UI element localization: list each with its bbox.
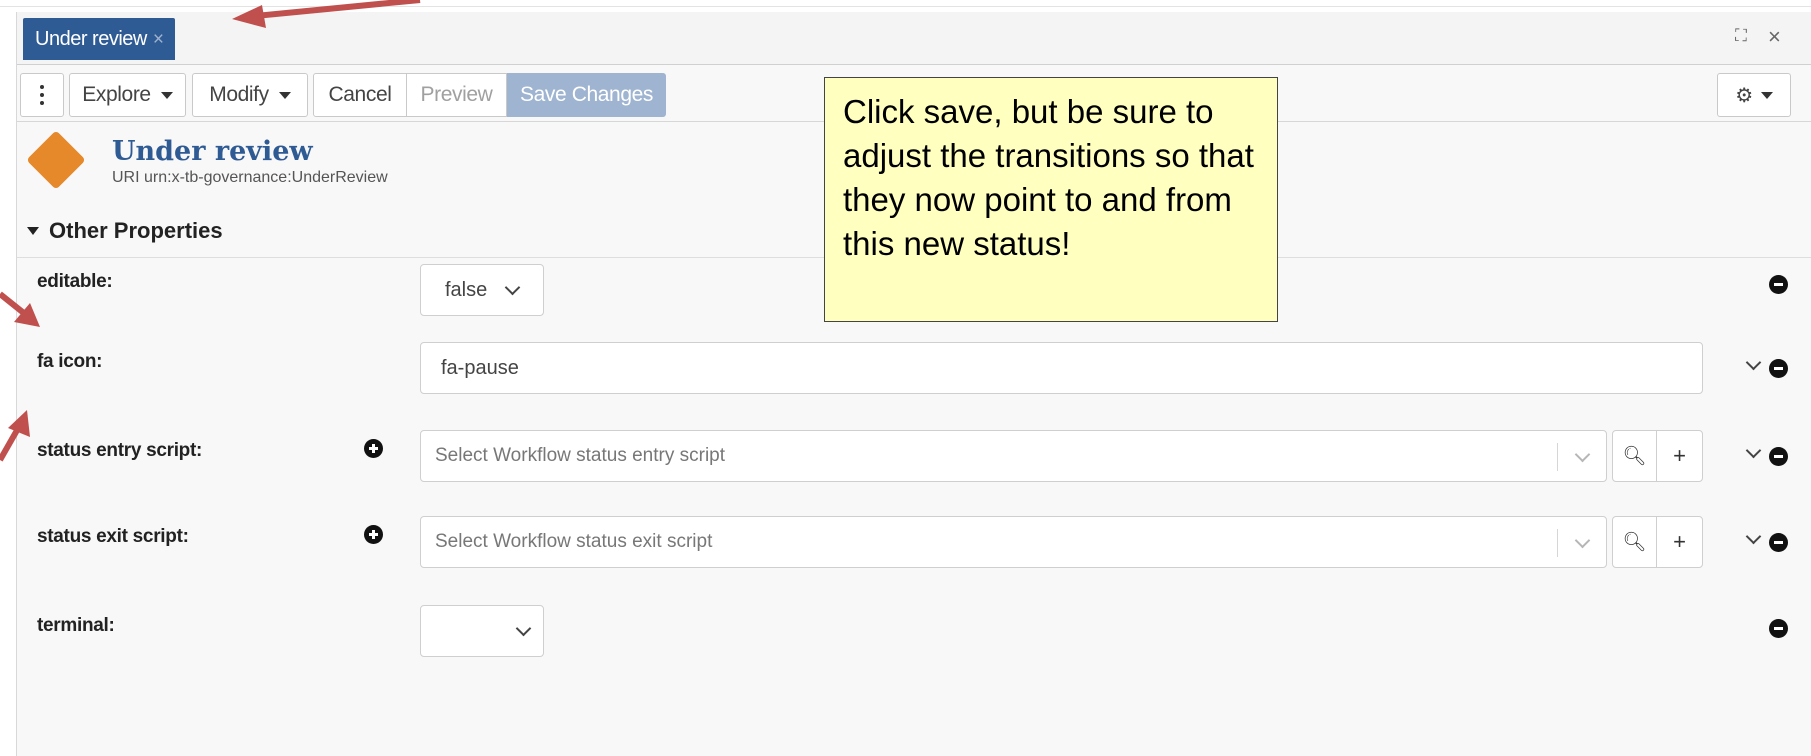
tab-under-review[interactable]: Under review ×: [23, 18, 176, 60]
explore-label: Explore: [82, 83, 151, 106]
expand-fa-icon-chevron-icon[interactable]: [1745, 354, 1762, 371]
cancel-label: Cancel: [328, 83, 392, 106]
fa-icon-value: fa-pause: [441, 356, 519, 379]
search-icon: 🔍︎: [1622, 446, 1647, 467]
remove-editable-icon[interactable]: [1769, 275, 1788, 294]
search-exit-script-button[interactable]: 🔍︎: [1612, 516, 1657, 568]
expand-exit-script-chevron-icon[interactable]: [1745, 528, 1762, 545]
chevron-down-icon: [515, 620, 532, 637]
preview-button[interactable]: Preview: [406, 73, 507, 117]
status-exit-script-select[interactable]: Select Workflow status exit script: [420, 516, 1607, 568]
gear-icon: ⚙: [1735, 84, 1753, 107]
remove-fa-icon-icon[interactable]: [1769, 359, 1788, 378]
top-divider: [0, 6, 1811, 7]
search-icon: 🔍︎: [1622, 532, 1647, 553]
property-label-terminal: terminal:: [37, 615, 115, 636]
plus-icon: +: [1673, 529, 1686, 554]
resource-uri: URI urn:x-tb-governance:UnderReview: [112, 169, 388, 186]
close-panel-icon[interactable]: ×: [1768, 24, 1781, 50]
save-changes-button[interactable]: Save Changes: [507, 73, 666, 117]
editable-select[interactable]: false: [420, 264, 544, 316]
entry-script-placeholder: Select Workflow status entry script: [435, 445, 726, 466]
property-label-fa-icon: fa icon:: [37, 351, 103, 372]
add-entry-script-icon[interactable]: [364, 439, 383, 458]
select-separator: [1557, 529, 1558, 557]
editable-value: false: [445, 278, 488, 301]
chevron-down-icon: [1760, 91, 1773, 99]
chevron-down-icon: [504, 279, 521, 296]
status-entry-script-select[interactable]: Select Workflow status entry script: [420, 430, 1607, 482]
search-entry-script-button[interactable]: 🔍︎: [1612, 430, 1657, 482]
save-label: Save Changes: [520, 83, 653, 106]
tab-label: Under review: [35, 28, 147, 50]
chevron-down-icon: [1574, 532, 1591, 549]
explore-button[interactable]: Explore: [69, 73, 186, 117]
fa-icon-input[interactable]: fa-pause: [420, 342, 1703, 394]
chevron-down-icon: [160, 91, 173, 99]
plus-icon: +: [1673, 443, 1686, 468]
modify-button[interactable]: Modify: [192, 73, 308, 117]
property-label-editable: editable:: [37, 271, 113, 292]
preview-label: Preview: [420, 83, 493, 106]
page-title: Under review: [112, 136, 313, 167]
more-menu-button[interactable]: [20, 73, 64, 117]
property-label-status-exit-script: status exit script:: [37, 526, 189, 547]
remove-exit-script-icon[interactable]: [1769, 533, 1788, 552]
terminal-select[interactable]: [420, 605, 544, 657]
settings-menu-button[interactable]: ⚙: [1717, 73, 1791, 117]
add-exit-script-icon[interactable]: [364, 525, 383, 544]
other-properties-toggle[interactable]: Other Properties: [27, 218, 223, 244]
expand-entry-script-chevron-icon[interactable]: [1745, 442, 1762, 459]
cancel-button[interactable]: Cancel: [313, 73, 407, 117]
tab-close-icon[interactable]: ×: [153, 29, 164, 50]
instruction-callout: Click save, but be sure to adjust the tr…: [824, 77, 1278, 322]
maximize-icon[interactable]: ⛶: [1735, 26, 1747, 46]
select-separator: [1557, 443, 1558, 471]
remove-terminal-icon[interactable]: [1769, 619, 1788, 638]
property-label-status-entry-script: status entry script:: [37, 440, 203, 461]
chevron-down-icon: [278, 91, 291, 99]
remove-entry-script-icon[interactable]: [1769, 447, 1788, 466]
exit-script-placeholder: Select Workflow status exit script: [435, 531, 713, 552]
create-exit-script-button[interactable]: +: [1656, 516, 1703, 568]
chevron-down-icon: [1574, 446, 1591, 463]
caret-down-icon: [27, 227, 39, 235]
tab-bar: Under review × ⛶ ×: [17, 12, 1811, 65]
status-diamond-icon: [26, 130, 86, 190]
modify-label: Modify: [209, 83, 269, 106]
create-entry-script-button[interactable]: +: [1656, 430, 1703, 482]
section-title: Other Properties: [49, 218, 223, 243]
